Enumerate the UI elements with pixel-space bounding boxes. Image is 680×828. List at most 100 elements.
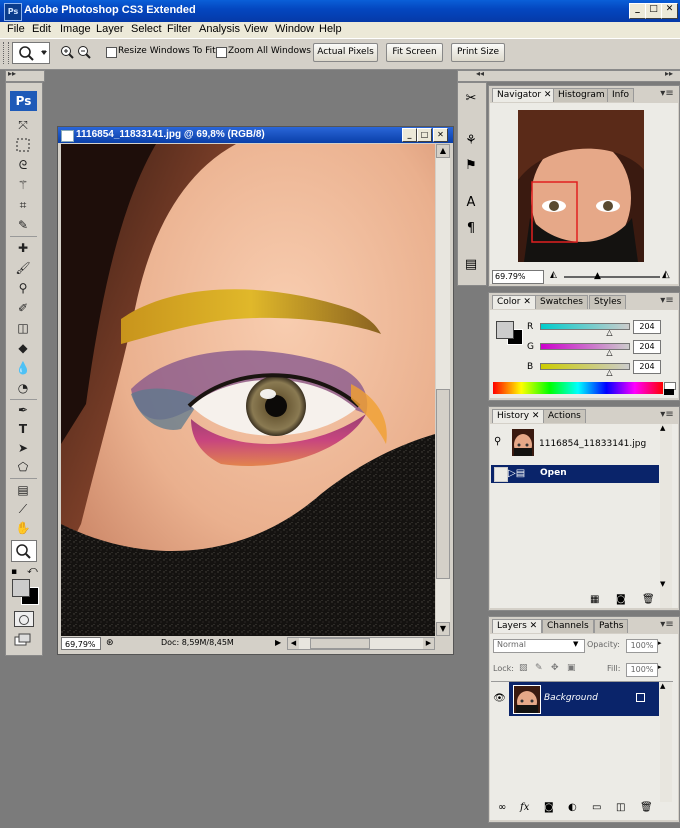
history-item-open[interactable]: ▷▤ Open (491, 465, 659, 483)
eraser-tool-icon[interactable]: ◫ (12, 319, 34, 337)
quick-mask-icon[interactable] (14, 611, 34, 627)
green-slider-handle[interactable]: △ (606, 348, 612, 357)
dock-collapse-arrows-icon[interactable]: ▸▸ (665, 69, 673, 78)
image-canvas[interactable] (61, 144, 435, 636)
brush-tool-icon[interactable]: 🖌 (12, 259, 34, 277)
foreground-color-swatch[interactable] (12, 579, 30, 597)
horizontal-scrollbar[interactable]: ◀ ▶ (287, 637, 435, 650)
panel-dock-header[interactable]: ◂◂ ▸▸ (457, 69, 680, 82)
lock-image-icon[interactable]: ✎ (535, 663, 543, 673)
color-spectrum-bar[interactable] (493, 382, 663, 394)
close-button[interactable]: ✕ (661, 3, 678, 19)
type-tool-icon[interactable]: T (12, 420, 34, 438)
menu-analysis[interactable]: Analysis (199, 23, 240, 35)
layer-row-background[interactable]: Background (509, 682, 659, 716)
delete-state-icon[interactable]: 🗑 (642, 594, 655, 605)
layers-scrollbar[interactable]: ▲ (660, 682, 672, 802)
new-document-from-state-icon[interactable]: ▦ (590, 594, 599, 605)
paint-bucket-tool-icon[interactable]: ◆ (12, 339, 34, 357)
opacity-field[interactable]: 100% (626, 639, 658, 653)
menu-file[interactable]: File (7, 23, 25, 35)
tab-swatches[interactable]: Swatches (535, 295, 588, 309)
tab-color[interactable]: Color ✕ (492, 295, 536, 309)
crop-tool-icon[interactable]: ⌗ (12, 196, 34, 214)
photoshop-toolbox-logo[interactable]: Ps (10, 91, 37, 111)
scroll-thumb[interactable] (436, 389, 450, 579)
layer-visibility-eye-icon[interactable]: 👁 (491, 683, 508, 715)
character-icon[interactable]: A (461, 195, 481, 215)
history-scrollbar[interactable]: ▲ ▼ (660, 424, 672, 608)
scroll-up-arrow-icon[interactable]: ▲ (660, 424, 665, 432)
history-checkbox[interactable] (494, 467, 508, 482)
lock-transparent-icon[interactable]: ▨ (519, 663, 528, 673)
tab-info[interactable]: Info (607, 88, 635, 102)
snapshot-name[interactable]: 1116854_11833141.jpg (539, 439, 646, 449)
zoom-tool-active[interactable] (11, 540, 37, 562)
scroll-up-arrow-icon[interactable]: ▲ (660, 682, 665, 690)
maximize-button[interactable]: □ (645, 3, 662, 19)
pen-tool-icon[interactable]: ✒ (12, 401, 34, 419)
slice-tool-icon[interactable]: ✎ (12, 216, 34, 234)
hscroll-thumb[interactable] (310, 638, 370, 649)
eyedropper-tool-icon[interactable]: ⟋ (12, 500, 34, 518)
navigator-zoom-in-icon[interactable]: ◭ (662, 269, 670, 280)
zoom-all-windows-checkbox[interactable] (216, 47, 227, 58)
green-slider[interactable] (540, 343, 630, 350)
document-title-bar[interactable]: 1116854_11833141.jpg @ 69,8% (RGB/8) _ □… (58, 127, 453, 143)
shape-tool-icon[interactable]: ⬠ (12, 458, 34, 476)
tab-history[interactable]: History ✕ (492, 409, 545, 423)
red-slider[interactable] (540, 323, 630, 330)
layer-style-icon[interactable]: fx (520, 802, 529, 813)
fill-arrow-icon[interactable]: ▸ (658, 663, 662, 671)
print-size-button[interactable]: Print Size (451, 43, 505, 62)
red-value-field[interactable]: 204 (633, 320, 661, 334)
menu-image[interactable]: Image (60, 23, 91, 35)
menu-view[interactable]: View (244, 23, 268, 35)
magic-wand-tool-icon[interactable]: ⚚ (12, 176, 34, 194)
color-fg-swatch[interactable] (496, 321, 514, 339)
panel-menu-icon[interactable]: ▾≡ (659, 295, 675, 307)
status-expand-arrow-icon[interactable]: ▶ (275, 638, 281, 647)
link-layers-icon[interactable]: ∞ (498, 802, 506, 813)
tab-paths[interactable]: Paths (594, 619, 629, 633)
panel-menu-icon[interactable]: ▾≡ (659, 409, 675, 421)
adjustment-layer-icon[interactable]: ◐ (568, 802, 577, 813)
swap-colors-icon[interactable]: ⤺ (27, 565, 38, 576)
hand-tool-icon[interactable]: ✋ (12, 519, 34, 537)
doc-close-button[interactable]: ✕ (433, 128, 448, 142)
collapse-arrows-icon[interactable]: ▸▸ (8, 69, 16, 78)
blue-slider[interactable] (540, 363, 630, 370)
zoom-level-field[interactable]: 69,79% (61, 637, 101, 650)
history-brush-source-icon[interactable]: ⚲ (494, 436, 501, 447)
menu-window[interactable]: Window (275, 23, 314, 35)
tab-layers[interactable]: Layers ✕ (492, 619, 543, 633)
blur-tool-icon[interactable]: 💧 (12, 359, 34, 377)
fill-field[interactable]: 100% (626, 663, 658, 677)
tool-preset-picker[interactable] (12, 42, 50, 64)
tab-actions[interactable]: Actions (543, 409, 586, 423)
delete-layer-icon[interactable]: 🗑 (640, 802, 653, 813)
menu-edit[interactable]: Edit (32, 23, 51, 35)
green-value-field[interactable]: 204 (633, 340, 661, 354)
lasso-tool-icon[interactable]: ᘓ (12, 156, 34, 174)
zoom-out-icon[interactable] (77, 45, 91, 59)
navigator-zoom-out-icon[interactable]: ◭ (550, 270, 557, 280)
menu-layer[interactable]: Layer (96, 23, 124, 35)
panel-menu-icon[interactable]: ▾≡ (659, 88, 675, 100)
tab-navigator[interactable]: Navigator ✕ (492, 88, 557, 102)
dodge-tool-icon[interactable]: ◔ (12, 379, 34, 397)
screen-mode-icon[interactable] (14, 633, 32, 647)
marquee-tool-icon[interactable] (12, 136, 34, 154)
lock-all-icon[interactable]: ▣ (567, 663, 576, 673)
blend-mode-select[interactable]: Normal ▼ (493, 639, 585, 653)
status-menu-icon[interactable]: ⊛ (106, 638, 114, 648)
navigator-thumbnail[interactable] (518, 110, 644, 262)
blue-value-field[interactable]: 204 (633, 360, 661, 374)
notes-tool-icon[interactable]: ▤ (12, 481, 34, 499)
resize-windows-checkbox[interactable] (106, 47, 117, 58)
doc-minimize-button[interactable]: _ (402, 128, 417, 142)
history-brush-tool-icon[interactable]: ✐ (12, 299, 34, 317)
doc-maximize-button[interactable]: □ (417, 128, 432, 142)
clone-stamp-tool-icon[interactable]: ⚲ (12, 279, 34, 297)
red-slider-handle[interactable]: △ (606, 328, 612, 337)
